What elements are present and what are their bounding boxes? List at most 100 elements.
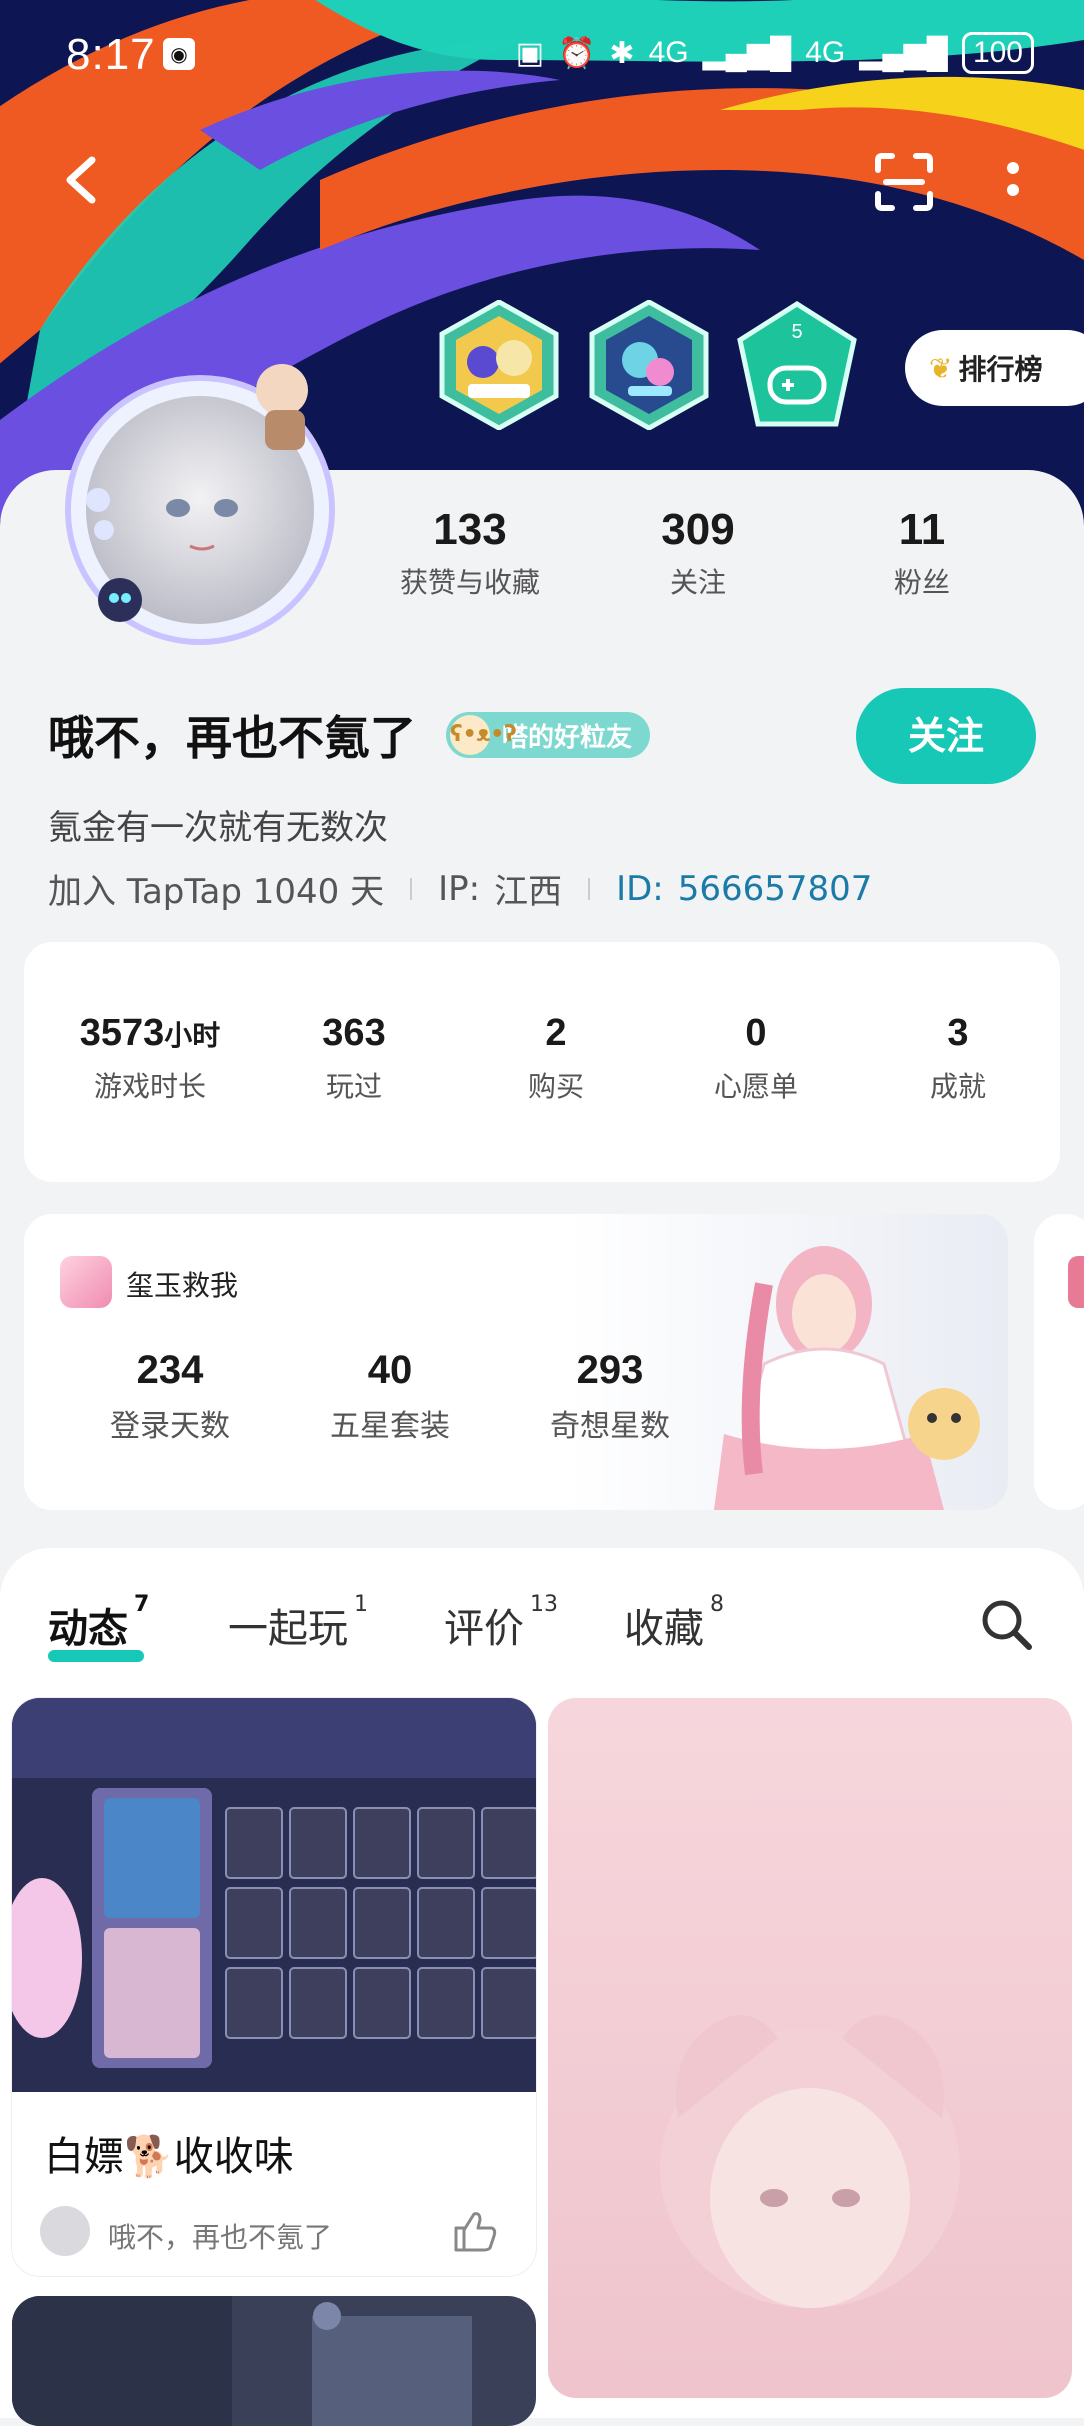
- bluetooth-icon: ✱: [609, 36, 635, 70]
- stat-followers[interactable]: 11 粉丝: [822, 505, 1022, 601]
- wishlist-value: 0: [745, 1012, 767, 1054]
- game-stat-stars: 293 奇想星数: [510, 1348, 710, 1445]
- next-game-card[interactable]: [1034, 1214, 1084, 1510]
- user-bio: 氪金有一次就有无数次: [48, 808, 388, 848]
- status-bar: 8:17 ◉ ▣ ⏰ ✱ 4G ▂▄▆█ 4G ▂▄▆█ 100: [0, 0, 1084, 110]
- play-time-label: 游戏时长: [93, 1070, 206, 1103]
- qq-notification-icon: ◉: [163, 38, 195, 70]
- network-2: 4G: [805, 36, 846, 69]
- post-image: [548, 1698, 1072, 2398]
- join-days: 加入 TapTap 1040 天: [48, 872, 385, 912]
- played-value: 363: [322, 1012, 386, 1054]
- next-game-icon: [1068, 1256, 1084, 1308]
- user-tag-label: 嗒的好粒友: [502, 722, 633, 753]
- more-button[interactable]: [998, 150, 1028, 214]
- ip-label: IP:: [438, 868, 481, 909]
- ip-value: 江西: [494, 872, 563, 912]
- stat-followers-label: 粉丝: [893, 566, 950, 599]
- signal-icon-2: ▂▄▆█: [859, 36, 948, 70]
- user-name: 哦不，再也不氪了: [48, 711, 416, 765]
- post-card[interactable]: [12, 2296, 536, 2426]
- like-button[interactable]: [450, 2208, 500, 2254]
- stat-play-time[interactable]: 3573小时 游戏时长: [60, 1012, 240, 1105]
- stat-played[interactable]: 363 玩过: [264, 1012, 444, 1105]
- avatar[interactable]: [60, 360, 340, 650]
- login-days-value: 234: [136, 1348, 204, 1392]
- tab-reviews-count: 13: [530, 1592, 558, 1617]
- purchased-label: 购买: [527, 1070, 584, 1103]
- stat-likes-label: 获赞与收藏: [399, 566, 540, 599]
- stat-following-value: 309: [661, 505, 735, 554]
- game-stat-five-star: 40 五星套装: [290, 1348, 490, 1445]
- post-title: 白嫖🐕收收味: [44, 2134, 294, 2180]
- more-vertical-icon: [1007, 162, 1019, 196]
- tab-favorites[interactable]: 收藏8: [624, 1592, 724, 1654]
- avatar-image: [65, 364, 335, 645]
- id-value[interactable]: 566657807: [678, 869, 873, 909]
- achievement-badge-1[interactable]: [438, 299, 560, 431]
- achievement-badge-3[interactable]: 5: [736, 300, 858, 430]
- user-meta: 加入 TapTap 1040 天 IP: 江西 ID: 566657807: [48, 864, 872, 913]
- tab-play-together-label: 一起玩: [228, 1606, 348, 1652]
- nfc-icon: ▣: [515, 36, 545, 70]
- tab-posts[interactable]: 动态7: [48, 1592, 149, 1654]
- active-tab-indicator: [48, 1650, 144, 1662]
- author-avatar: [40, 2206, 90, 2256]
- follow-button[interactable]: 关注: [856, 688, 1036, 784]
- divider: [588, 877, 591, 900]
- play-time-value: 3573: [79, 1012, 165, 1054]
- signal-icon: ▂▄▆█: [702, 36, 792, 70]
- played-label: 玩过: [325, 1070, 382, 1103]
- game-icon: [60, 1256, 112, 1308]
- badge-hexagon-icon: [589, 299, 709, 431]
- purchased-value: 2: [545, 1012, 567, 1054]
- scan-icon: [875, 153, 933, 211]
- play-time-unit: 小时: [164, 1020, 221, 1051]
- stars-label: 奇想星数: [550, 1409, 670, 1444]
- ranking-button[interactable]: ❦ 排行榜: [905, 330, 1084, 406]
- wishlist-label: 心愿单: [713, 1070, 798, 1103]
- network-1: 4G: [648, 36, 689, 69]
- status-icons: ▣ ⏰ ✱ 4G ▂▄▆█ 4G ▂▄▆█ 100: [516, 32, 1034, 74]
- back-button[interactable]: [50, 150, 110, 210]
- five-star-label: 五星套装: [330, 1409, 450, 1444]
- stat-following-label: 关注: [669, 566, 726, 599]
- bear-icon: ʕ•ᴥ•ʔ: [450, 715, 517, 755]
- post-card[interactable]: [12, 1698, 536, 2276]
- badge-number: 5: [791, 321, 802, 343]
- stat-likes-value: 133: [433, 505, 507, 554]
- stat-wishlist[interactable]: 0 心愿单: [666, 1012, 846, 1105]
- status-time: 8:17: [66, 30, 156, 79]
- battery-indicator: 100: [961, 32, 1034, 74]
- tab-posts-label: 动态: [48, 1606, 128, 1652]
- stat-followers-value: 11: [898, 505, 946, 554]
- five-star-value: 40: [367, 1348, 413, 1392]
- stat-purchased[interactable]: 2 购买: [466, 1012, 646, 1105]
- game-stat-login-days: 234 登录天数: [70, 1348, 270, 1445]
- id-label[interactable]: ID:: [616, 869, 664, 909]
- tab-reviews-label: 评价: [444, 1606, 524, 1652]
- post-card[interactable]: [548, 1698, 1072, 2398]
- tab-reviews[interactable]: 评价13: [444, 1592, 558, 1654]
- badge-hexagon-icon: [439, 299, 559, 431]
- alarm-icon: ⏰: [558, 36, 596, 70]
- post-author: 哦不，再也不氪了: [108, 2221, 333, 2254]
- game-name: 玺玉救我: [126, 1269, 239, 1302]
- stat-likes[interactable]: 133 获赞与收藏: [370, 505, 570, 601]
- tab-favorites-label: 收藏: [624, 1606, 704, 1652]
- user-tag-badge[interactable]: ʕ•ᴥ•ʔ 嗒的好粒友: [446, 712, 651, 758]
- stat-following[interactable]: 309 关注: [598, 505, 798, 601]
- tab-play-together[interactable]: 一起玩1: [228, 1592, 368, 1654]
- search-button[interactable]: [978, 1596, 1034, 1652]
- thumbs-up-icon: [454, 2212, 497, 2252]
- stars-value: 293: [576, 1348, 644, 1392]
- scan-button[interactable]: [872, 150, 936, 214]
- tab-play-together-count: 1: [354, 1592, 368, 1617]
- ranking-label: 排行榜: [958, 353, 1043, 386]
- achievement-badge-2[interactable]: [588, 299, 710, 431]
- stat-achievements[interactable]: 3 成就: [868, 1012, 1048, 1105]
- tab-favorites-count: 8: [710, 1592, 724, 1617]
- divider: [410, 877, 413, 900]
- laurel-icon: ❦: [929, 351, 953, 385]
- chevron-left-icon: [66, 156, 96, 204]
